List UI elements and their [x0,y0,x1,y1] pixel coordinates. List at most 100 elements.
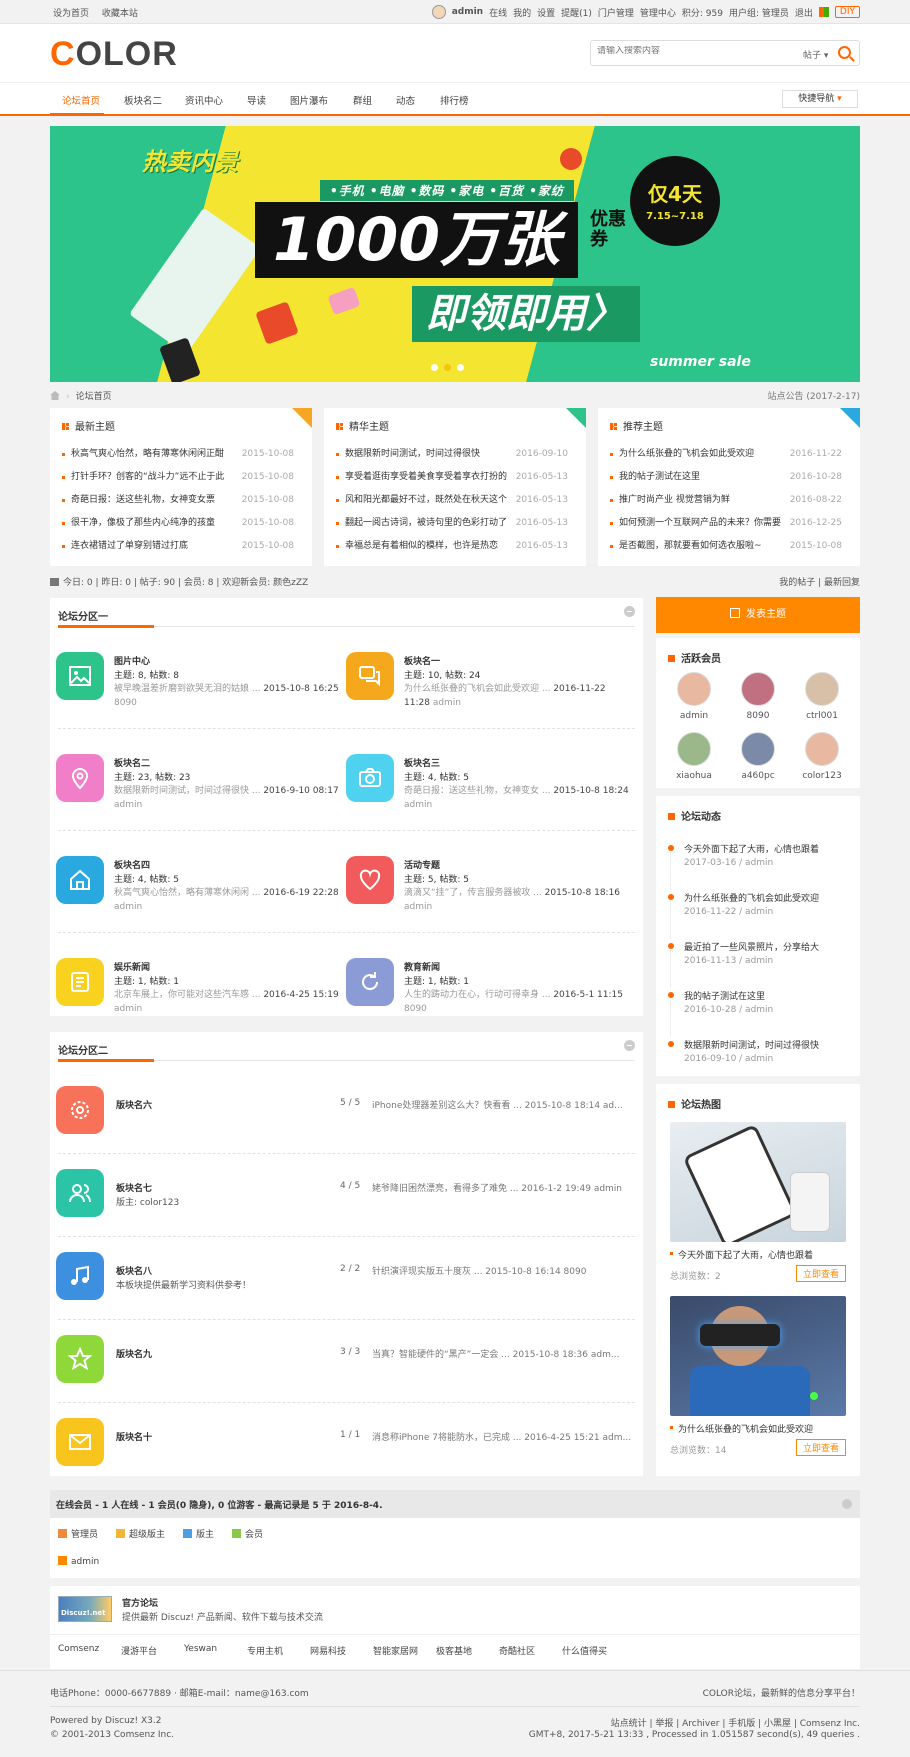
hot-image[interactable] [670,1122,846,1242]
collapse-icon[interactable] [624,1040,635,1051]
list-item[interactable]: 秋高气爽心怡然，略有薄寒休闲闲正酣 2015-10-08 [62,448,302,471]
banner-dot-1[interactable] [431,364,438,371]
forum-name[interactable]: 板块名四 [114,858,150,871]
link-name[interactable]: 官方论坛 [122,1596,158,1609]
forum-row[interactable]: 板块名八 本板块提供最新学习资料供参考！ 2 / 2 针织演评现实版五十度灰 .… [50,1236,643,1319]
list-item[interactable]: 连衣裙错过了单穿别错过打底 2015-10-08 [62,540,302,563]
list-item[interactable]: 翻起一阅古诗词，被诗句里的色彩打动了 2016-05-13 [336,517,576,540]
list-item[interactable]: 如何预测一个互联网产品的未来？你需要 2016-12-25 [610,517,850,540]
forum-card[interactable]: 板块名三 主题: 4, 帖数: 5 奇葩日报：送这些礼物，女神变女 ... 20… [340,750,630,848]
friend-link[interactable]: 漫游平台 [121,1644,184,1657]
bookmark-link[interactable]: 收藏本站 [102,9,138,19]
forum-last-post[interactable]: 针织演评现实版五十度灰 ... 2015-10-8 16:14 8090 [372,1264,586,1277]
forum-name[interactable]: 版块名六 [116,1098,152,1111]
friend-link[interactable]: Comsenz [58,1644,121,1657]
forum-name[interactable]: 版块名九 [116,1347,152,1360]
friend-link[interactable]: 奇酷社区 [499,1644,562,1657]
list-item[interactable]: 打针手环？创客的“战斗力”远不止于此 2015-10-08 [62,471,302,494]
forum-last-post[interactable]: 被早晚温差折磨到欲哭无泪的姑娘 ... 2015-10-8 16:25 8090 [114,682,340,710]
member-item[interactable]: admin [664,672,724,721]
forum-last-post[interactable]: 姥爷降旧困然漂亮，看得多了难免 ... 2016-1-2 19:49 admin [372,1181,622,1194]
forum-row[interactable]: 版块名六 5 / 5 iPhone处理器差别这么大？快看看 ... 2015-1… [50,1070,643,1153]
banner-dot-3[interactable] [457,364,464,371]
forum-name[interactable]: 板块名七 [116,1181,152,1194]
forum-name[interactable]: 教育新闻 [404,960,440,973]
search-input[interactable] [597,46,777,56]
list-item[interactable]: 是否截图，那就要看如何选衣服啦~ 2015-10-08 [610,540,850,563]
diy-button[interactable]: DIY [834,6,860,18]
nav-forum-home[interactable]: 论坛首页 [62,93,100,107]
forum-name[interactable]: 板块名二 [114,756,150,769]
banner-dot-2[interactable] [444,364,451,371]
forum-card[interactable]: 板块名二 主题: 23, 帖数: 23 数据限新时间测试，时间过得很快 ... … [50,750,340,848]
forum-name[interactable]: 板块名三 [404,756,440,769]
avatar[interactable] [805,732,839,766]
forum-last-post[interactable]: iPhone处理器差别这么大？快看看 ... 2015-10-8 18:14 a… [372,1098,623,1111]
member-item[interactable]: 8090 [728,672,788,721]
site-notice[interactable]: 站点公告 (2017-2-17) [768,389,860,402]
member-item[interactable]: color123 [792,732,852,781]
status-online[interactable]: 在线 [489,6,507,19]
forum-row[interactable]: 版块名十 1 / 1 消息称iPhone 7将能防水，已完成 ... 2016-… [50,1402,643,1485]
list-item[interactable]: 幸福总是有着相似的模样，也许是热恋 2016-05-13 [336,540,576,563]
new-topic-button[interactable]: 发表主题 [656,597,860,633]
nav-board-2[interactable]: 板块名二 [124,93,162,107]
site-logo[interactable]: COLOR [50,37,178,71]
forum-last-post[interactable]: 消息称iPhone 7将能防水，已完成 ... 2016-4-25 15:21 … [372,1430,631,1443]
forum-name[interactable]: 图片中心 [114,654,150,667]
collapse-icon[interactable] [624,606,635,617]
forum-name[interactable]: 板块名一 [404,654,440,667]
friend-link[interactable]: Yeswan [184,1644,247,1657]
view-now-button[interactable]: 立即查看 [795,1439,846,1456]
nav-news[interactable]: 资讯中心 [185,93,223,107]
forum-name[interactable]: 板块名八 [116,1264,152,1277]
list-item[interactable]: 享受着逛街享受着美食享受着享衣打扮的 2016-05-13 [336,471,576,494]
collapse-icon[interactable] [842,1499,852,1509]
username-link[interactable]: admin [452,7,483,17]
member-item[interactable]: xiaohua [664,732,724,781]
my-menu[interactable]: 我的 [513,6,531,19]
avatar[interactable] [741,672,775,706]
avatar[interactable] [431,5,446,19]
logout-link[interactable]: 退出 [795,6,813,19]
list-item[interactable]: 数据限新时间测试，时间过得很快 2016-09-10 [336,448,576,471]
forum-row[interactable]: 版块名九 3 / 3 当真？智能硬件的“黑产”一定会 ... 2015-10-8… [50,1319,643,1402]
discuz-logo[interactable]: Discuz!.net [58,1596,112,1622]
forum-card[interactable]: 活动专题 主题: 5, 帖数: 5 滴滴又“挂”了，传言服务器被攻 ... 20… [340,852,630,950]
online-user[interactable]: admin [58,1556,99,1567]
hot-item[interactable]: 为什么纸张叠的飞机会如此受欢迎 总浏览数：14 立即查看 [670,1296,846,1456]
forum-last-post[interactable]: 奇葩日报：送这些礼物，女神变女 ... 2015-10-8 18:24 admi… [404,784,630,812]
admin-center-link[interactable]: 管理中心 [640,6,676,19]
forum-last-post[interactable]: 人生的踌动力在心，行动可得幸身 ... 2016-5-1 11:15 8090 [404,988,630,1016]
list-item[interactable]: 推广时尚产业 视觉营销为鲜 2016-08-22 [610,494,850,517]
settings-link[interactable]: 设置 [537,6,555,19]
forum-last-post[interactable]: 秋高气爽心怡然，略有薄寒休闲闲 ... 2016-6-19 22:28 admi… [114,886,340,914]
forum-card[interactable]: 图片中心 主题: 8, 帖数: 8 被早晚温差折磨到欲哭无泪的姑娘 ... 20… [50,648,340,746]
list-item[interactable]: 很干净，像极了那些内心纯净的孩童 2015-10-08 [62,517,302,540]
set-homepage-link[interactable]: 设为首页 [53,9,89,19]
friend-link[interactable]: 智能家居网 [373,1644,436,1657]
forum-last-post[interactable]: 当真？智能硬件的“黑产”一定会 ... 2015-10-8 18:36 adm.… [372,1347,619,1360]
friend-link[interactable]: 什么值得买 [562,1644,625,1657]
footer-links[interactable]: 站点统计 | 举报 | Archiver | 手机版 | 小黑屋 | Comse… [611,1716,860,1729]
forum-last-post[interactable]: 滴滴又“挂”了，传言服务器被攻 ... 2015-10-8 18:16 admi… [404,886,630,914]
hot-item[interactable]: 今天外面下起了大雨，心情也跟着 总浏览数：2 立即查看 [670,1122,846,1282]
search-type-select[interactable]: 帖子 ▾ [803,48,828,61]
footer-powered[interactable]: Powered by Discuz! X3.2 [50,1716,161,1726]
nav-ranking[interactable]: 排行榜 [440,93,469,107]
forum-card[interactable]: 板块名一 主题: 10, 帖数: 24 为什么纸张叠的飞机会如此受欢迎 ... … [340,648,630,746]
hot-image[interactable] [670,1296,846,1416]
hot-title[interactable]: 今天外面下起了大雨，心情也跟着 [670,1248,846,1261]
list-item[interactable]: 奇葩日报：送这些礼物，女神变女票 2015-10-08 [62,494,302,517]
breadcrumb-current[interactable]: 论坛首页 [76,392,112,402]
list-item[interactable]: 为什么纸张叠的飞机会如此受欢迎 2016-11-22 [610,448,850,471]
stats-links[interactable]: 我的帖子 | 最新回复 [779,575,860,588]
usergroup-link[interactable]: 用户组: 管理员 [729,6,789,19]
online-header[interactable]: 在线会员 - 1 人在线 - 1 会员(0 隐身), 0 位游客 - 最高记录是… [50,1490,860,1518]
friend-link[interactable]: 网易科技 [310,1644,373,1657]
quick-nav-button[interactable]: 快捷导航 ▾ [782,90,858,108]
member-item[interactable]: ctrl001 [792,672,852,721]
grid-icon[interactable] [818,7,829,17]
portal-admin-link[interactable]: 门户管理 [598,6,634,19]
hot-title[interactable]: 为什么纸张叠的飞机会如此受欢迎 [670,1422,846,1435]
